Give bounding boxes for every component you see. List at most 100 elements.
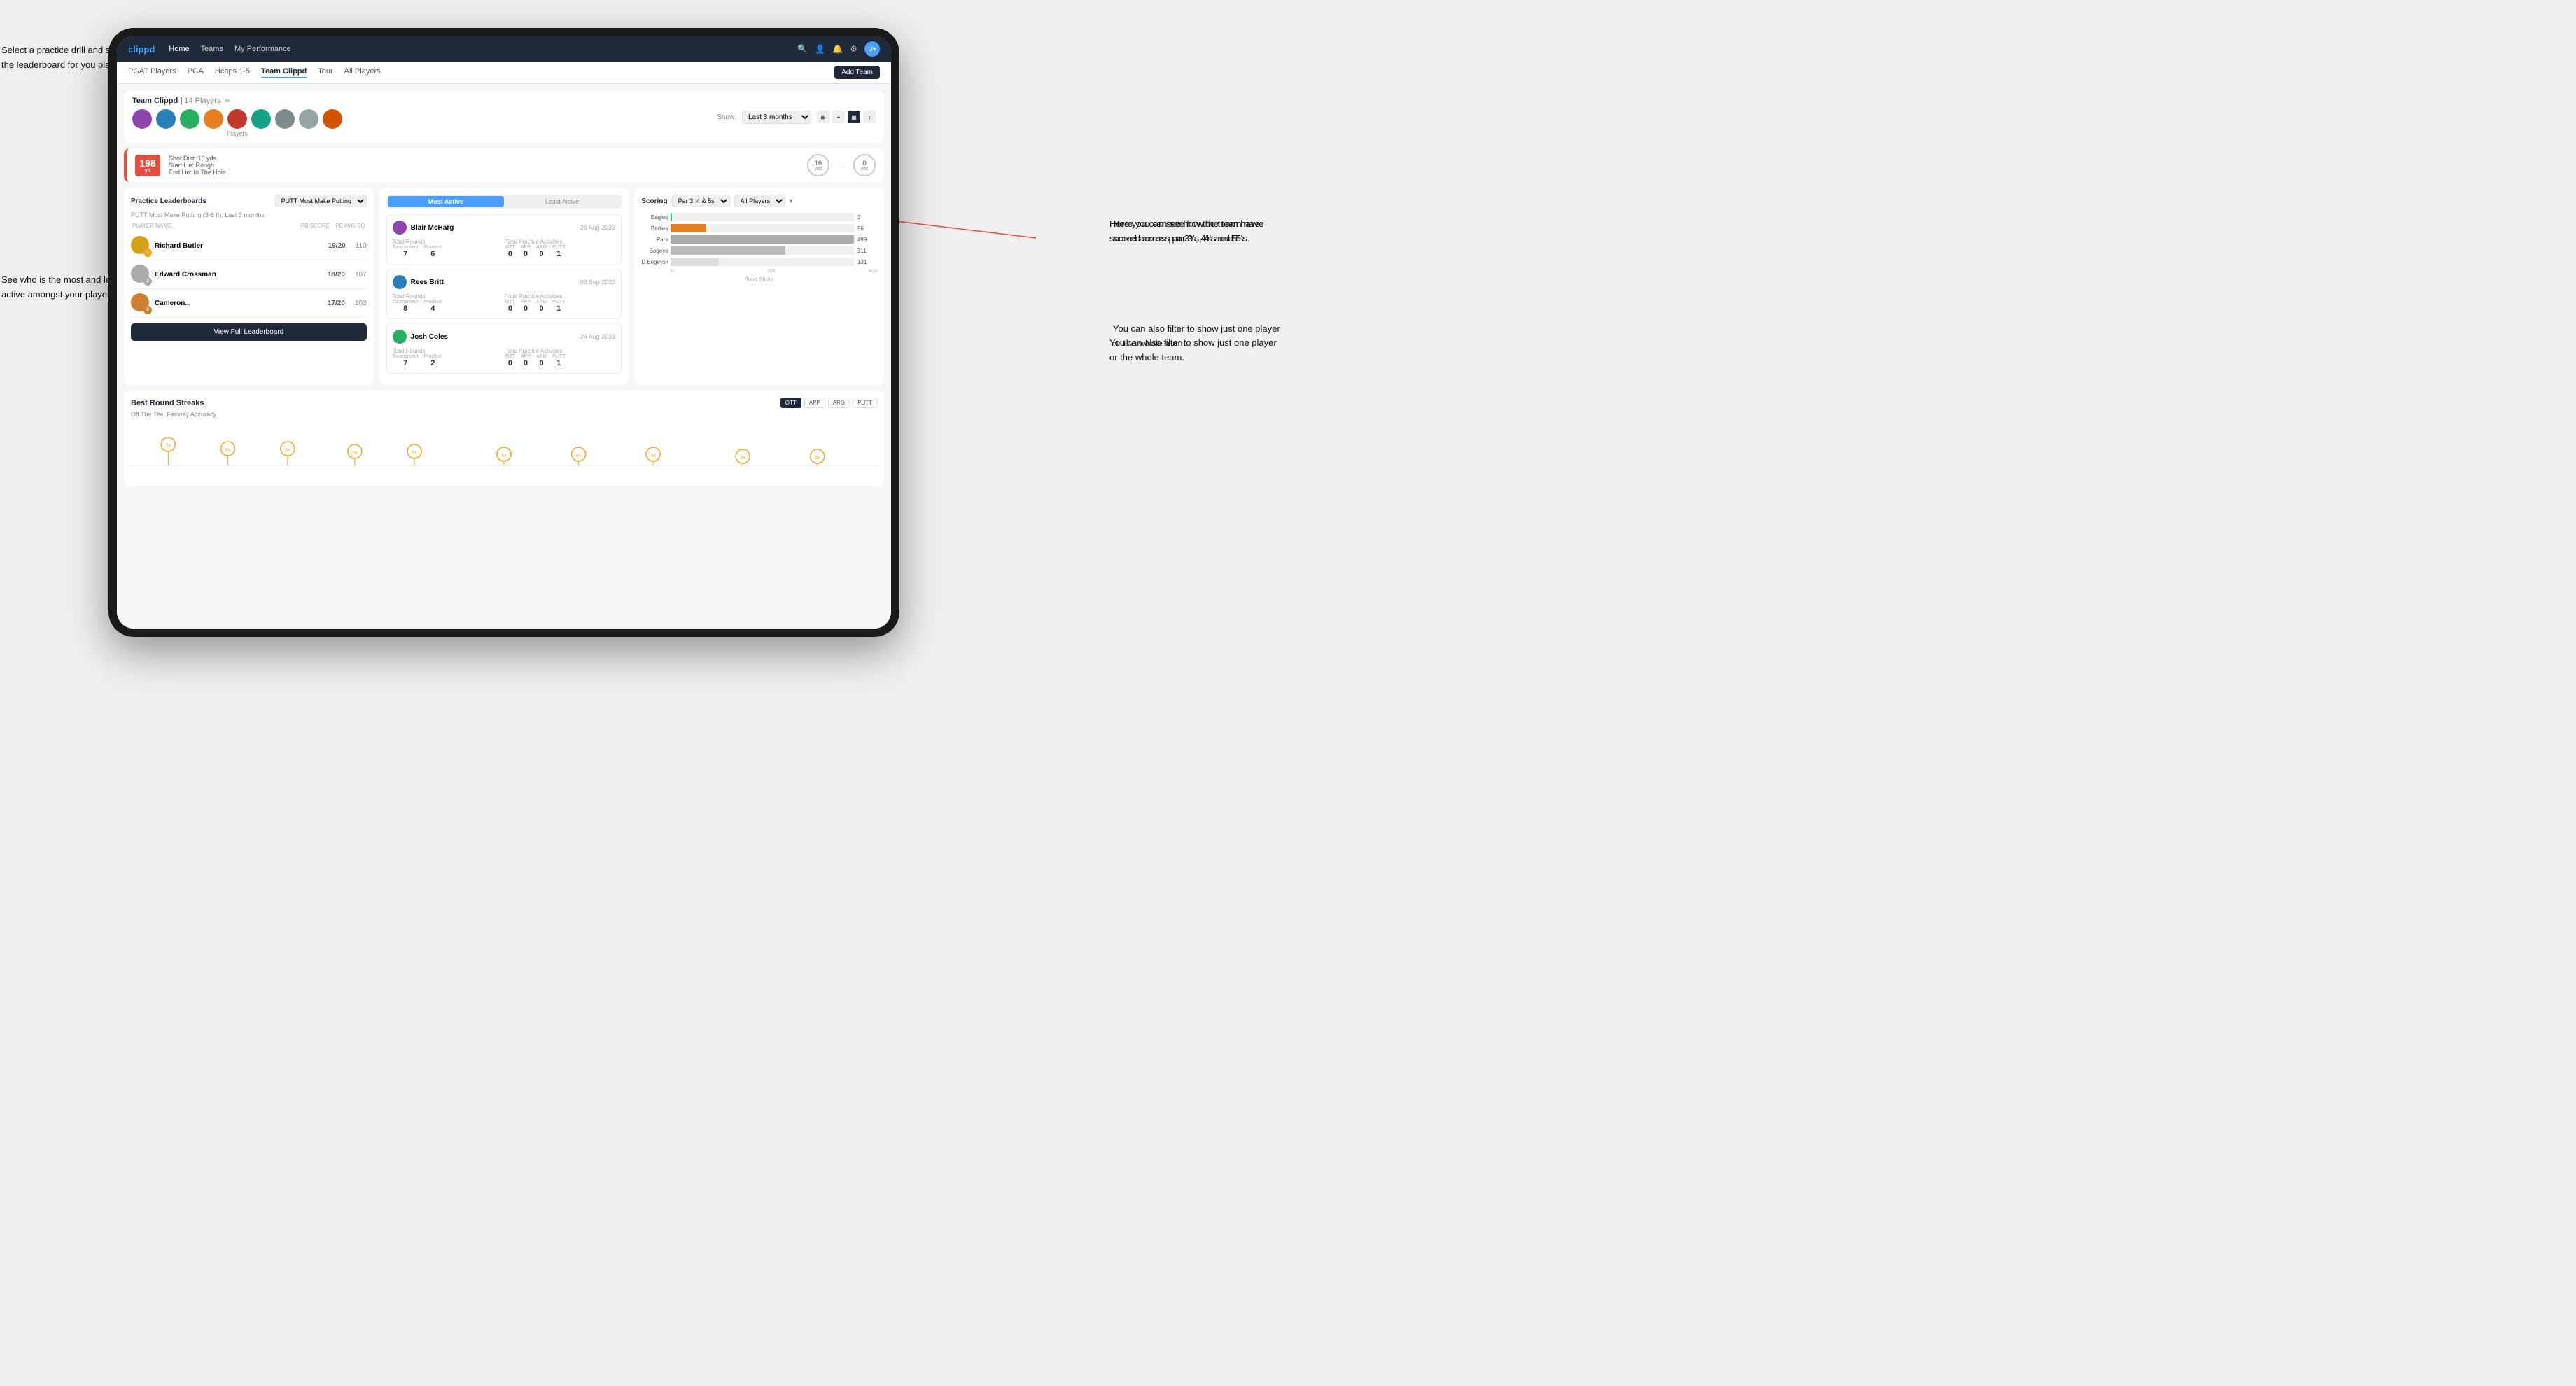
arg-val-1: 0	[536, 250, 547, 258]
add-team-button[interactable]: Add Team	[834, 66, 880, 79]
view-list-icon[interactable]: ≡	[832, 111, 845, 123]
app-stat-1: APP 0	[521, 245, 531, 258]
show-period-select[interactable]: Last 3 months Last 6 months Last 12 mont…	[742, 111, 811, 124]
svg-text:6x: 6x	[225, 448, 231, 453]
tab-tour[interactable]: Tour	[318, 67, 332, 78]
activity-stats-3: Total Rounds Tournament 7 Practice 2	[393, 348, 616, 368]
tab-pgat-players[interactable]: PGAT Players	[128, 67, 176, 78]
lb-name-2: Edward Crossman	[155, 271, 323, 279]
shot-end-lie: End Lie: In The Hole	[169, 169, 226, 176]
player-avatar-8[interactable]	[299, 109, 318, 129]
activity-card-3: Josh Coles 26 Aug 2023 Total Rounds Tour…	[386, 323, 622, 374]
search-icon[interactable]: 🔍	[797, 44, 808, 54]
scoring-player-filter[interactable]: All Players	[734, 195, 785, 207]
brand-logo: clippd	[128, 44, 155, 55]
streak-btn-ott[interactable]: OTT	[780, 398, 802, 408]
tab-pga[interactable]: PGA	[188, 67, 204, 78]
user-avatar[interactable]: U▾	[864, 41, 880, 57]
player-avatar-4[interactable]	[204, 109, 223, 129]
player-avatar-9[interactable]	[323, 109, 342, 129]
player-avatar-7[interactable]	[275, 109, 295, 129]
view-card-icon[interactable]: ▦	[848, 111, 860, 123]
leaderboard-row-2[interactable]: 2 Edward Crossman 18/20 107	[131, 260, 367, 289]
tab-all-players[interactable]: All Players	[344, 67, 381, 78]
practice-label-2: Practice	[424, 300, 442, 304]
nav-teams[interactable]: Teams	[201, 45, 223, 53]
tournament-stat-3: Tournament 7	[393, 354, 419, 368]
leaderboard-row-3[interactable]: 3 Cameron... 17/20 103	[131, 289, 367, 318]
activity-tabs: Most Active Least Active	[386, 195, 622, 209]
leaderboard-row-1[interactable]: 1 Richard Butler 19/20 110	[131, 232, 367, 260]
drill-select[interactable]: PUTT Must Make Putting	[275, 195, 367, 207]
activities-row-3: OTT 0 APP 0 ARG 0	[505, 354, 615, 368]
settings-icon[interactable]: ⚙	[850, 44, 858, 54]
practice-activities-group-2: Total Practice Activities OTT 0 APP 0	[505, 293, 615, 313]
person-icon[interactable]: 👤	[815, 44, 825, 54]
tab-hcaps[interactable]: Hcaps 1-5	[215, 67, 250, 78]
view-full-leaderboard-button[interactable]: View Full Leaderboard	[131, 323, 367, 341]
tournament-val-3: 7	[393, 359, 419, 368]
chart-value-eagles: 3	[858, 214, 877, 220]
putt-label-3: PUTT	[552, 354, 565, 359]
activity-panel: Most Active Least Active Blair McHarg 26…	[379, 188, 629, 385]
player-avatar-5[interactable]	[227, 109, 247, 129]
col-pb-score: PB Score	[301, 223, 330, 229]
practice-activities-group-3: Total Practice Activities OTT 0 APP 0	[505, 348, 615, 368]
streak-btn-arg[interactable]: ARG	[828, 398, 850, 408]
scoring-par-filter[interactable]: Par 3, 4 & 5s	[672, 195, 730, 207]
tournament-stat-2: Tournament 8	[393, 300, 419, 313]
nav-my-performance[interactable]: My Performance	[234, 45, 291, 53]
team-header: Team Clippd | 14 Players ✏ P	[124, 91, 884, 143]
view-sort-icon[interactable]: ↕	[863, 111, 876, 123]
streaks-header: Best Round Streaks OTT APP ARG PUTT	[131, 398, 877, 408]
app-label-1: APP	[521, 245, 531, 250]
players-row	[132, 109, 342, 129]
tab-least-active[interactable]: Least Active	[504, 196, 620, 207]
svg-text:6x: 6x	[285, 448, 290, 453]
ott-val-2: 0	[505, 304, 515, 313]
app-val-1: 0	[521, 250, 531, 258]
view-grid-icon[interactable]: ⊞	[817, 111, 830, 123]
tab-most-active[interactable]: Most Active	[388, 196, 504, 207]
activities-row-1: OTT 0 APP 0 ARG 0	[505, 245, 615, 258]
nav-home[interactable]: Home	[169, 45, 189, 53]
streaks-buttons: OTT APP ARG PUTT	[780, 398, 877, 408]
ott-label-3: OTT	[505, 354, 515, 359]
chart-row-bogeys: Bogeys 311	[641, 246, 877, 255]
lb-score-3: 17/20	[328, 300, 345, 307]
practice-val-2: 4	[424, 304, 442, 313]
player-avatar-2[interactable]	[156, 109, 176, 129]
main-content[interactable]: Team Clippd | 14 Players ✏ P	[117, 84, 891, 629]
shot-details: Shot Dist: 16 yds Start Lie: Rough End L…	[169, 155, 226, 176]
streak-btn-putt[interactable]: PUTT	[853, 398, 877, 408]
activity-card-header-1: Blair McHarg 26 Aug 2023	[393, 220, 616, 234]
tab-team-clippd[interactable]: Team Clippd	[261, 67, 307, 78]
arg-stat-1: ARG 0	[536, 245, 547, 258]
subnav-tabs: PGAT Players PGA Hcaps 1-5 Team Clippd T…	[128, 67, 834, 78]
navbar-icons: 🔍 👤 🔔 ⚙ U▾	[797, 41, 880, 57]
player-avatar-6[interactable]	[251, 109, 271, 129]
svg-text:4x: 4x	[650, 454, 656, 458]
streaks-panel: Best Round Streaks OTT APP ARG PUTT Off …	[124, 391, 884, 486]
circle-separator: →	[836, 160, 846, 171]
rank-badge-2: 2	[144, 277, 152, 286]
player-avatar-1[interactable]	[132, 109, 152, 129]
svg-text:5x: 5x	[412, 451, 417, 456]
putt-val-3: 1	[552, 359, 565, 368]
lb-rank-avatar-1: 1	[131, 236, 150, 255]
chart-bar-container-birdies	[671, 224, 855, 232]
tournament-val-1: 7	[393, 250, 419, 258]
activity-card-header-2: Rees Britt 02 Sep 2023	[393, 275, 616, 289]
chart-label-bogeys: Bogeys	[641, 248, 668, 254]
chart-bar-container-pars	[671, 235, 855, 244]
shot-circle-2-unit: yds	[861, 167, 869, 172]
scoring-panel: Scoring Par 3, 4 & 5s All Players ▾	[634, 188, 884, 385]
activity-player-name-1: Blair McHarg	[411, 224, 576, 232]
practice-stat-1: Practice 6	[424, 245, 442, 258]
edit-icon[interactable]: ✏	[225, 97, 230, 105]
activity-date-3: 26 Aug 2023	[580, 333, 616, 340]
streak-btn-app[interactable]: APP	[804, 398, 825, 408]
bell-icon[interactable]: 🔔	[832, 44, 843, 54]
player-avatar-3[interactable]	[180, 109, 200, 129]
scoring-expand-icon[interactable]: ▾	[790, 197, 793, 205]
